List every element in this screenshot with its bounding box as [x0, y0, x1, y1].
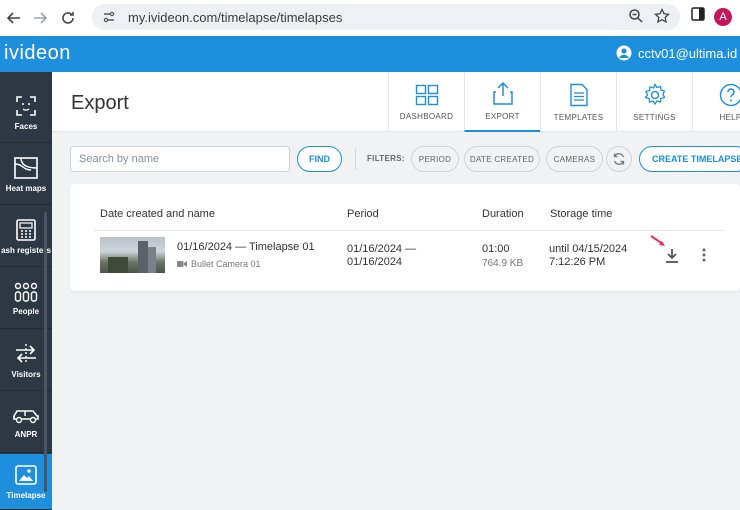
toolbar-divider: [355, 148, 356, 170]
user-icon: [616, 45, 632, 61]
reload-icon: [60, 10, 76, 26]
tab-templates[interactable]: TEMPLATES: [540, 72, 616, 132]
gear-icon: [643, 83, 667, 107]
car-icon: [11, 406, 41, 426]
sidebar-item-label: People: [13, 307, 39, 316]
page-title: Export: [71, 92, 129, 115]
storage-time: 7:12:26 PM: [549, 256, 605, 269]
timelapse-thumbnail[interactable]: [100, 237, 165, 273]
duration-value: 01:00: [482, 243, 510, 256]
bookmark-star-icon[interactable]: [654, 8, 670, 29]
table-row[interactable]: 01/16/2024 — Timelapse 01 Bullet Camera …: [94, 230, 724, 282]
column-header-duration: Duration: [482, 208, 524, 220]
address-bar[interactable]: my.ivideon.com/timelapse/timelapses: [92, 4, 680, 30]
sidebar-item-label: Timelapse: [7, 491, 46, 500]
tab-settings[interactable]: SETTINGS: [616, 72, 692, 132]
find-button[interactable]: FIND: [297, 146, 342, 172]
column-header-period: Period: [347, 208, 379, 220]
timelapse-table: Date created and name Period Duration St…: [70, 184, 740, 291]
sidebar: Faces Heat maps ash registers People Vis…: [0, 72, 52, 506]
help-icon: [719, 83, 740, 107]
sidebar-item-heat-maps[interactable]: Heat maps: [0, 144, 52, 205]
timelapse-name[interactable]: 01/16/2024 — Timelapse 01: [177, 241, 315, 254]
sidebar-scrollbar[interactable]: [44, 212, 47, 492]
dashboard-icon: [415, 84, 439, 106]
search-input[interactable]: [70, 146, 290, 172]
browser-toolbar: my.ivideon.com/timelapse/timelapses A: [0, 0, 740, 36]
side-panel-icon[interactable]: [690, 6, 706, 27]
refresh-icon: [612, 152, 626, 166]
back-button[interactable]: [2, 6, 26, 30]
reload-button[interactable]: [56, 6, 80, 30]
sidebar-item-label: ANPR: [15, 430, 38, 439]
url-text: my.ivideon.com/timelapse/timelapses: [128, 10, 342, 25]
tab-label: EXPORT: [485, 112, 520, 121]
tab-label: HELP: [719, 113, 740, 122]
filter-cameras-chip[interactable]: CAMERAS: [546, 146, 603, 172]
camera-line: Bullet Camera 01: [177, 259, 261, 269]
user-menu[interactable]: cctv01@ultima.id: [616, 45, 737, 61]
more-options-button[interactable]: [699, 245, 709, 265]
page-header: Export DASHBOARD EXPORT TEMPLATES SETTIN…: [52, 72, 740, 132]
zoom-icon[interactable]: [628, 8, 644, 29]
cash-register-icon: [15, 218, 37, 242]
templates-icon: [569, 83, 589, 107]
site-settings-icon[interactable]: [100, 8, 118, 26]
visitors-icon: [13, 342, 39, 366]
storage-until: until 04/15/2024: [549, 243, 627, 256]
tab-label: DASHBOARD: [400, 112, 453, 121]
arrow-left-icon: [6, 10, 22, 26]
user-email: cctv01@ultima.id: [638, 46, 737, 61]
tab-label: TEMPLATES: [554, 113, 604, 122]
sidebar-item-faces[interactable]: Faces: [0, 82, 52, 143]
period-start: 01/16/2024 —: [347, 243, 416, 256]
period-end: 01/16/2024: [347, 256, 402, 269]
camera-name: Bullet Camera 01: [191, 259, 261, 269]
filter-date-created-chip[interactable]: DATE CREATED: [464, 146, 540, 172]
refresh-button[interactable]: [606, 146, 632, 172]
arrow-right-icon: [32, 10, 48, 26]
column-header-name: Date created and name: [100, 208, 215, 220]
tab-export[interactable]: EXPORT: [464, 72, 540, 132]
forward-button[interactable]: [28, 6, 52, 30]
annotation-arrow-icon: [650, 235, 668, 249]
download-icon: [665, 248, 679, 264]
sidebar-item-label: Faces: [15, 122, 38, 131]
sidebar-item-label: Visitors: [11, 370, 40, 379]
ivideon-logo[interactable]: ivideon: [4, 42, 71, 65]
export-icon: [492, 82, 514, 106]
sidebar-item-label: Heat maps: [6, 184, 46, 193]
face-scan-icon: [14, 94, 38, 118]
column-header-storage: Storage time: [550, 208, 612, 220]
filters-label: FILTERS:: [367, 154, 405, 163]
download-button[interactable]: [664, 247, 680, 265]
more-vertical-icon: [702, 248, 706, 262]
heat-map-icon: [13, 156, 39, 180]
timelapse-icon: [14, 463, 38, 487]
filter-period-chip[interactable]: PERIOD: [411, 146, 459, 172]
tab-help[interactable]: HELP: [692, 72, 740, 132]
people-icon: [13, 281, 39, 303]
profile-avatar[interactable]: A: [714, 8, 732, 26]
camera-icon: [177, 260, 187, 268]
file-size: 764.9 KB: [482, 257, 523, 270]
tab-dashboard[interactable]: DASHBOARD: [388, 72, 464, 132]
tab-label: SETTINGS: [633, 113, 675, 122]
app-header: ivideon cctv01@ultima.id: [0, 36, 740, 72]
create-timelapse-button[interactable]: CREATE TIMELAPSE: [639, 146, 740, 172]
